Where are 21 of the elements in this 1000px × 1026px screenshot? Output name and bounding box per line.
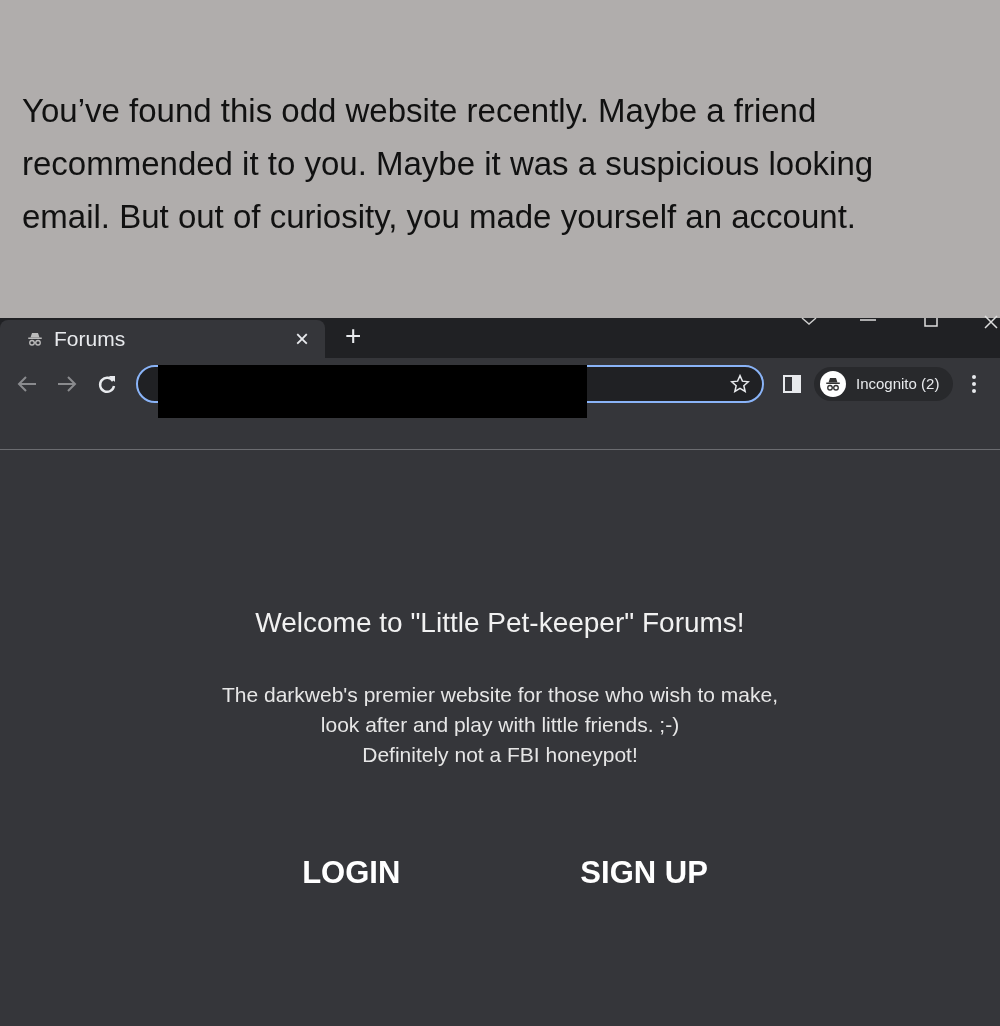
tab-title: Forums: [54, 326, 127, 353]
minimize-icon[interactable]: [860, 318, 876, 322]
maximize-icon[interactable]: [924, 318, 938, 327]
profile-chip[interactable]: Incognito (2): [814, 367, 954, 401]
close-icon[interactable]: [984, 315, 998, 329]
side-panel-icon[interactable]: [782, 374, 802, 394]
close-tab-button[interactable]: ×: [295, 327, 309, 351]
welcome-heading: Welcome to "Little Pet-keeper" Forums!: [255, 606, 745, 640]
incognito-icon: [26, 330, 44, 348]
menu-icon[interactable]: [971, 374, 978, 394]
star-icon[interactable]: [730, 374, 750, 394]
browser-tab[interactable]: Forums ×: [0, 320, 325, 358]
new-tab-button[interactable]: +: [345, 322, 362, 350]
sign-up-button[interactable]: SIGN UP: [580, 850, 708, 897]
tab-search-icon[interactable]: [800, 316, 818, 326]
site-description: The darkweb's premier website for those who wish to make, look after and play with little friends. ;-) Definitely not a FBI honeypot!: [221, 682, 779, 768]
caption-text: You’ve found this odd website recently. Maybe a friend recommended it to you. Maybe it was a suspicious looking email. But out of curiosity, you made yourself an account.: [22, 91, 875, 237]
login-button[interactable]: LOGIN: [302, 850, 401, 897]
profile-label: Incognito (2): [856, 373, 940, 394]
reload-icon[interactable]: [96, 373, 118, 395]
incognito-icon: [820, 371, 846, 397]
